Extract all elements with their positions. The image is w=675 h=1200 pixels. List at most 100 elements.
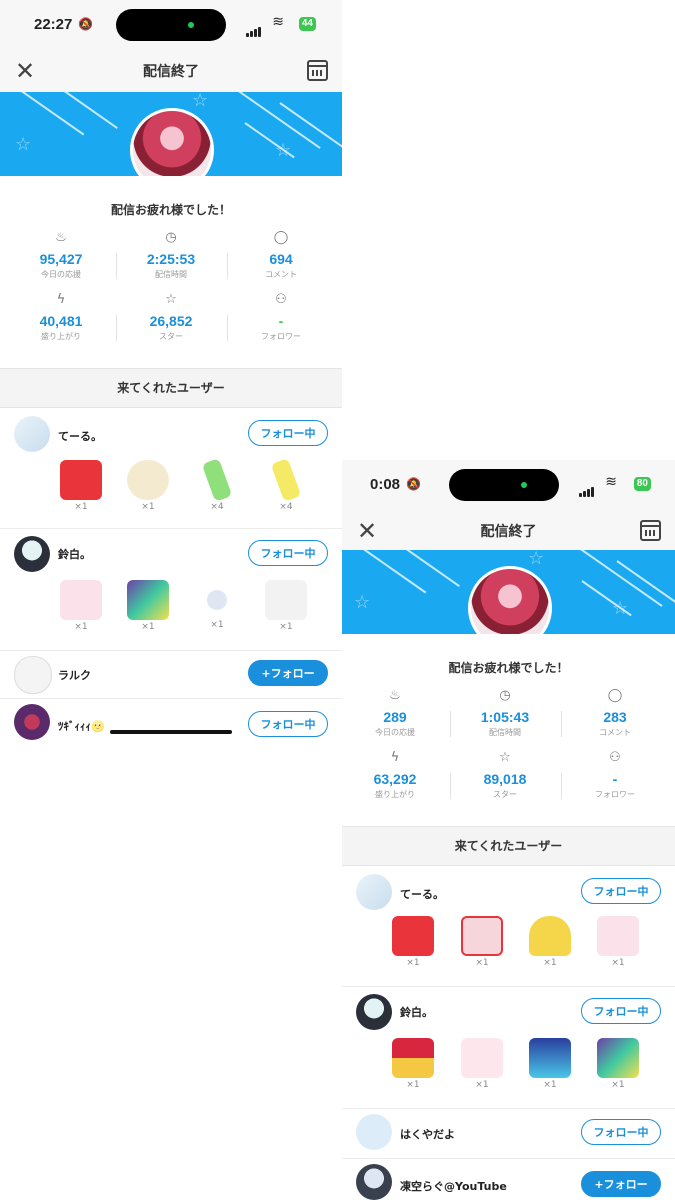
following-button[interactable]: フォロー中 xyxy=(248,711,328,737)
stream-ended-screen-1: 22:27 🔕 ≋ 44 ✕ 配信終了 ☆ ☆ ☆ 配信お疲れ様でした！ ♨ 95… xyxy=(0,0,342,742)
user-avatar[interactable] xyxy=(356,874,392,910)
stat-support: ♨ 95,427 今日の応援 xyxy=(4,229,118,285)
stats-grid: ♨ 95,427 今日の応援 ◷ 2:25:53 配信時間 ◯ 694 コメント ϟ 40,4… xyxy=(0,227,342,355)
comment-icon: ◯ xyxy=(273,230,289,245)
section-header: 来てくれたユーザー xyxy=(342,826,675,866)
following-button[interactable]: フォロー中 xyxy=(248,420,328,446)
gift-item: ×1 xyxy=(457,1038,507,1090)
user-name[interactable]: 鈴白。 xyxy=(58,546,91,562)
user-avatar[interactable] xyxy=(14,656,52,694)
user-name[interactable]: てーる。 xyxy=(58,428,102,444)
gift-item: ×1 xyxy=(388,1038,438,1090)
user-row: 凍空らぐ@YouTube +フォロー xyxy=(342,1158,675,1200)
thanks-message: 配信お疲れ様でした！ xyxy=(448,661,569,675)
dynamic-island xyxy=(116,9,226,41)
gift-count: ×1 xyxy=(210,620,224,630)
user-row: ラルク +フォロー xyxy=(0,650,342,699)
stage-gift-icon xyxy=(529,1038,571,1078)
follow-button[interactable]: +フォロー xyxy=(248,660,328,686)
gift-count: ×1 xyxy=(543,958,557,968)
stat-duration: ◷ 2:25:53 配信時間 xyxy=(114,229,228,285)
spotlight-gift-icon xyxy=(597,1038,639,1078)
page-title: 配信終了 xyxy=(143,64,199,80)
stat-label: フォロワー xyxy=(261,332,301,341)
gift-count: ×1 xyxy=(406,958,420,968)
user-avatar[interactable] xyxy=(14,416,50,452)
zawa-gift-icon xyxy=(265,580,307,620)
user-name[interactable]: 鈴白。 xyxy=(400,1004,433,1020)
user-name[interactable]: ﾂｷﾞｨｨｨ🌝 xyxy=(58,718,105,734)
bolt-icon: ϟ xyxy=(56,292,66,307)
stat-label: 今日の応援 xyxy=(375,728,415,737)
user-row: てーる。 フォロー中 ×1 ×1 ×4 ×4 xyxy=(0,408,342,529)
stat-label: 盛り上がり xyxy=(41,332,81,341)
page-title: 配信終了 xyxy=(480,524,537,540)
mute-bell-icon: 🔕 xyxy=(406,477,421,491)
gift-item: ×4 xyxy=(192,458,242,512)
stat-value: 1:05:43 xyxy=(480,709,530,725)
user-avatar[interactable] xyxy=(356,1114,392,1150)
status-time: 22:27 xyxy=(34,16,73,33)
user-name[interactable]: はくやだよ xyxy=(400,1126,455,1142)
gift-item: ×1 xyxy=(123,580,173,632)
home-indicator[interactable] xyxy=(110,730,232,734)
gift-item: ×1 xyxy=(457,916,507,968)
follow-button[interactable]: +フォロー xyxy=(581,1171,661,1197)
clock-icon: ◷ xyxy=(165,230,177,245)
gift-count: ×4 xyxy=(210,502,224,512)
gift-count: ×1 xyxy=(279,622,293,632)
calendar-icon[interactable] xyxy=(640,520,661,541)
dynamic-island xyxy=(449,469,559,501)
battery-icon: 44 xyxy=(298,17,316,31)
stat-label: コメント xyxy=(265,270,297,279)
following-button[interactable]: フォロー中 xyxy=(248,540,328,566)
gift-item: ×1 xyxy=(593,1038,643,1090)
user-row: はくやだよ フォロー中 xyxy=(342,1108,675,1159)
sugoi-gift-icon xyxy=(597,916,639,956)
user-avatar[interactable] xyxy=(14,536,50,572)
following-button[interactable]: フォロー中 xyxy=(581,998,661,1024)
sugoi-gift-icon xyxy=(60,580,102,620)
plate-gift-icon xyxy=(127,460,169,500)
wifi-icon: ≋ xyxy=(605,474,617,490)
stat-value: 283 xyxy=(603,709,627,725)
gift-count: ×1 xyxy=(141,502,155,512)
gift-count: ×1 xyxy=(543,1080,557,1090)
streamer-avatar xyxy=(130,108,214,176)
wifi-icon: ≋ xyxy=(272,14,284,30)
following-button[interactable]: フォロー中 xyxy=(581,1119,661,1145)
gift-item: ×1 xyxy=(525,916,575,968)
angel-wings-gift-icon xyxy=(529,916,571,956)
section-header: 来てくれたユーザー xyxy=(0,368,342,408)
stats-grid: ♨ 289 今日の応援 ◷ 1:05:43 配信時間 ◯ 283 コメント ϟ 63,292 盛… xyxy=(342,685,675,813)
status-bar: 22:27 🔕 ≋ 44 xyxy=(0,0,342,50)
user-row: てーる。 フォロー中 ×1 ×1 ×1 ×1 xyxy=(342,866,675,987)
stat-value: 289 xyxy=(383,709,407,725)
stat-stars: ☆ 89,018 スター xyxy=(448,749,562,805)
signal-icon xyxy=(579,478,595,497)
heart-frame-gift-icon xyxy=(461,916,503,956)
stat-label: 今日の応援 xyxy=(41,270,81,279)
gift-item: ×1 xyxy=(593,916,643,968)
stat-label: フォロワー xyxy=(595,790,635,799)
stat-comments: ◯ 283 コメント xyxy=(558,687,672,743)
nav-bar: ✕ 配信終了 xyxy=(0,50,342,92)
stat-hype: ϟ 40,481 盛り上がり xyxy=(4,291,118,347)
star-icon: ☆ xyxy=(165,292,177,307)
following-button[interactable]: フォロー中 xyxy=(581,878,661,904)
user-name[interactable]: 凍空らぐ@YouTube xyxy=(400,1178,507,1194)
nav-bar: ✕ 配信終了 xyxy=(342,510,675,552)
user-avatar[interactable] xyxy=(356,994,392,1030)
user-avatar[interactable] xyxy=(14,704,50,740)
stat-value: 89,018 xyxy=(483,771,527,787)
user-row: 鈴白。 フォロー中 ×1 ×1 ×1 ×1 xyxy=(0,528,342,651)
rose-gift-icon xyxy=(392,1038,434,1078)
stat-support: ♨ 289 今日の応援 xyxy=(342,687,452,743)
heart-cat-gift-icon xyxy=(392,916,434,956)
gift-item: ×1 xyxy=(56,460,106,512)
user-avatar[interactable] xyxy=(356,1164,392,1200)
user-name[interactable]: ラルク xyxy=(58,667,91,683)
stat-value: 26,852 xyxy=(149,313,193,329)
calendar-icon[interactable] xyxy=(307,60,328,81)
user-name[interactable]: てーる。 xyxy=(400,886,444,902)
